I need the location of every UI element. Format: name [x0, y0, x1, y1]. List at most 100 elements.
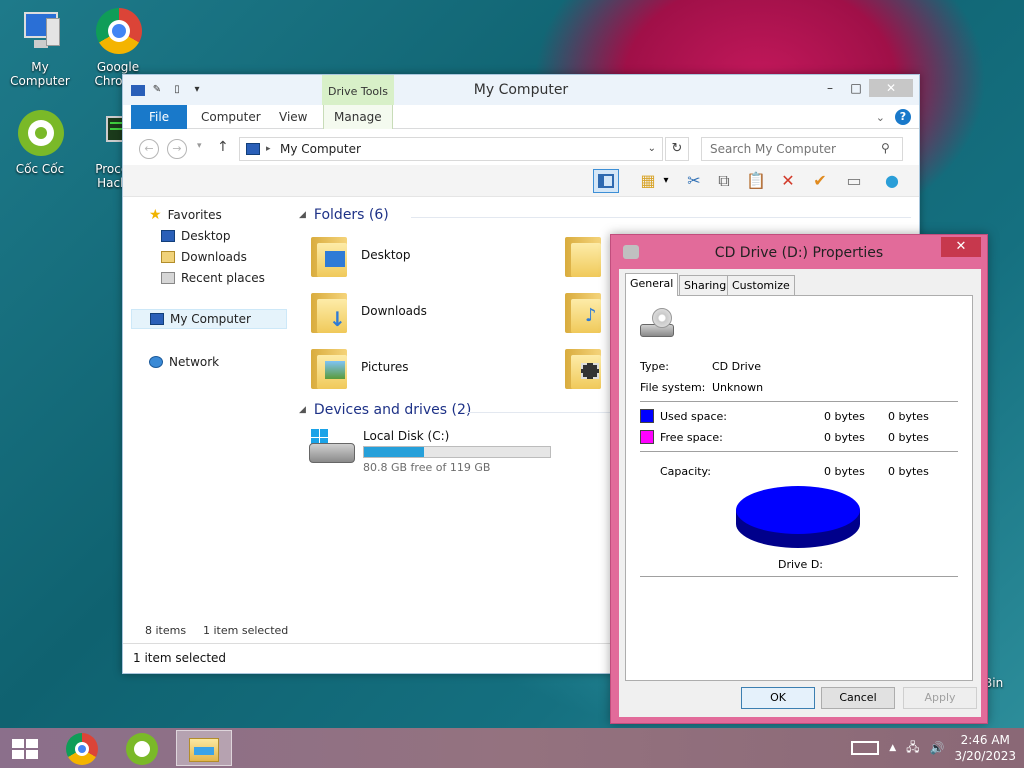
taskbar-chrome[interactable]: [56, 730, 112, 766]
cd-drive-icon: [640, 308, 676, 340]
address-row: ← → ▾ ↑ ▸ My Computer ⌄ ↻ ⚲: [123, 129, 919, 165]
folders-group-header[interactable]: ◢ Folders (6): [299, 207, 389, 223]
folder-pictures[interactable]: Pictures: [311, 345, 409, 389]
globe-icon[interactable]: ●: [879, 169, 905, 193]
folder-downloads[interactable]: ↓ Downloads: [311, 289, 427, 333]
downloads-icon: [161, 251, 175, 263]
folder-music-icon: ♪: [565, 289, 605, 333]
capacity-label: Capacity:: [660, 465, 711, 478]
star-icon: ★: [149, 207, 162, 223]
devices-group-header[interactable]: ◢ Devices and drives (2): [299, 402, 471, 418]
search-input[interactable]: [701, 137, 903, 161]
rename-icon[interactable]: ▭: [841, 169, 867, 193]
folder-documents[interactable]: [565, 233, 615, 277]
help-icon[interactable]: ?: [895, 109, 911, 125]
explorer-titlebar: ✎ ▯ ▾ Drive Tools My Computer – □ ✕: [123, 75, 919, 107]
window-title: My Computer: [473, 82, 569, 98]
dialog-body: General Sharing Customize Type: CD Drive…: [619, 269, 981, 717]
properties-button[interactable]: ▦: [635, 169, 661, 193]
tab-file[interactable]: File: [131, 105, 188, 129]
file-explorer-icon: [189, 738, 219, 762]
desktop-icon-recycle-bin[interactable]: Bin: [984, 630, 1024, 690]
type-label: Type:: [640, 360, 669, 373]
desktop-icon-label: Bin: [984, 676, 1004, 690]
used-space-bytes: 0 bytes: [824, 410, 865, 423]
delete-icon[interactable]: ✕: [775, 169, 801, 193]
nav-label: Recent places: [181, 271, 265, 285]
tab-sharing[interactable]: Sharing: [679, 275, 732, 295]
close-button[interactable]: ✕: [869, 79, 913, 97]
ok-button[interactable]: OK: [741, 687, 815, 709]
file-system-value: Unknown: [712, 381, 764, 394]
network-icon[interactable]: 🖧: [906, 738, 919, 759]
expand-ribbon-icon[interactable]: ⌄: [876, 111, 885, 124]
nav-label: Desktop: [181, 229, 231, 243]
folder-videos[interactable]: [565, 345, 615, 389]
dialog-close-button[interactable]: ✕: [941, 237, 981, 257]
tab-manage[interactable]: Manage: [323, 105, 393, 129]
recent-locations-icon[interactable]: ▾: [197, 141, 202, 151]
address-text: My Computer: [280, 142, 361, 156]
apply-button[interactable]: Apply: [903, 687, 977, 709]
clock[interactable]: 2:46 AM 3/20/2023: [954, 732, 1016, 764]
back-button[interactable]: ←: [139, 139, 159, 159]
nav-my-computer[interactable]: My Computer: [131, 309, 287, 329]
search-icon: ⚲: [881, 141, 890, 155]
volume-icon[interactable]: 🔊: [930, 741, 945, 755]
nav-desktop[interactable]: Desktop: [161, 226, 231, 246]
start-button[interactable]: [0, 730, 56, 766]
minimize-button[interactable]: –: [817, 79, 843, 97]
desktop-icon-label: My Computer: [10, 60, 70, 88]
up-button[interactable]: ↑: [217, 139, 229, 155]
used-space-swatch: [640, 409, 654, 423]
forward-button[interactable]: →: [167, 139, 187, 159]
address-bar[interactable]: ▸ My Computer ⌄: [239, 137, 663, 161]
preview-pane-button[interactable]: [593, 169, 619, 193]
keyboard-icon[interactable]: [851, 741, 880, 755]
nav-favorites[interactable]: ★ Favorites: [149, 205, 222, 225]
desktop-icon-coc-coc[interactable]: Cốc Cốc: [0, 110, 80, 176]
taskbar-coc-coc[interactable]: [116, 730, 172, 766]
file-system-label: File system:: [640, 381, 706, 394]
computer-icon: [16, 8, 64, 56]
drive-c[interactable]: Local Disk (C:) 80.8 GB free of 119 GB: [309, 429, 551, 474]
nav-network[interactable]: Network: [149, 352, 219, 372]
tab-general[interactable]: General: [625, 273, 679, 296]
computer-small-icon: [150, 313, 164, 325]
nav-label: Downloads: [181, 250, 247, 264]
maximize-button[interactable]: □: [843, 79, 869, 97]
cancel-button[interactable]: Cancel: [821, 687, 895, 709]
nav-downloads[interactable]: Downloads: [161, 247, 247, 267]
tab-customize[interactable]: Customize: [727, 275, 795, 295]
nav-label: Favorites: [167, 208, 222, 222]
free-space-label: Free space:: [660, 431, 723, 444]
desktop-icon-my-computer[interactable]: My Computer: [0, 8, 80, 88]
paste-icon[interactable]: 📋: [743, 169, 769, 193]
group-title: Devices and drives (2): [313, 402, 472, 418]
options-dropdown-icon[interactable]: ▾: [659, 169, 673, 193]
status-item-count: 8 items: [145, 624, 187, 637]
copy-icon[interactable]: ⧉: [711, 169, 737, 193]
show-hidden-icons-icon[interactable]: ▲: [889, 743, 896, 753]
folder-videos-icon: [565, 345, 605, 389]
folder-music[interactable]: ♪: [565, 289, 615, 333]
folder-label: Downloads: [361, 304, 427, 318]
folder-desktop[interactable]: Desktop: [311, 233, 411, 277]
drive-name: Local Disk (C:): [363, 429, 450, 443]
drive-free-space: 80.8 GB free of 119 GB: [363, 461, 491, 474]
tab-computer[interactable]: Computer: [191, 105, 271, 129]
folder-label: Desktop: [361, 248, 411, 262]
taskbar-file-explorer[interactable]: [176, 730, 232, 766]
dialog-titlebar: CD Drive (D:) Properties ✕: [611, 235, 987, 269]
tab-view[interactable]: View: [269, 105, 317, 129]
checkmark-icon[interactable]: ✔: [807, 169, 833, 193]
nav-recent-places[interactable]: Recent places: [161, 268, 265, 288]
folder-pictures-icon: [311, 345, 351, 389]
refresh-button[interactable]: ↻: [665, 137, 689, 161]
chrome-icon: [66, 733, 98, 765]
desktop-icon: [161, 230, 175, 242]
address-dropdown-icon[interactable]: ⌄: [648, 138, 656, 160]
type-value: CD Drive: [712, 360, 761, 373]
recent-places-icon: [161, 272, 175, 284]
cut-icon[interactable]: ✂: [681, 169, 707, 193]
